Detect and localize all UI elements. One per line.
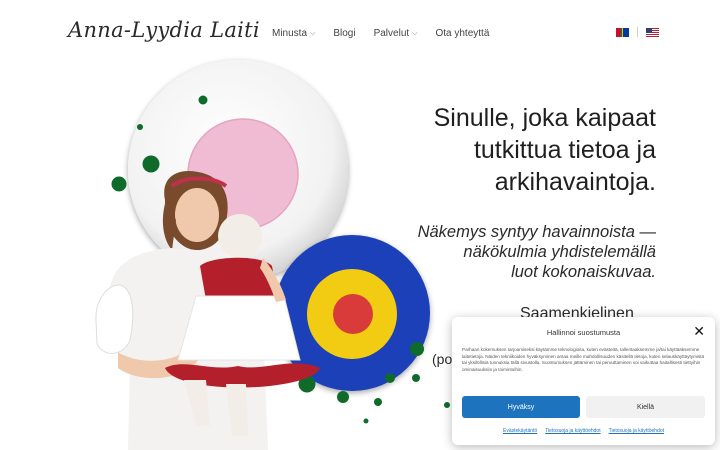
privacy-terms-link-2[interactable]: Tietosuoja ja käyttöehdot — [609, 428, 664, 434]
green-dot — [444, 402, 450, 408]
headline-line: Sinulle, joka kaipaat — [433, 104, 656, 132]
headline-line: tutkittua tietoa ja — [473, 136, 656, 164]
green-dot — [410, 342, 424, 356]
green-dot — [374, 398, 382, 406]
cookie-dialog-title: Hallinnoi suostumusta — [546, 328, 621, 337]
green-dot — [198, 95, 208, 105]
cookie-dialog-body: Parhaan kokemuksen tarjoamiseksi käytämm… — [462, 347, 705, 372]
hero-subheadline: Näkemys syntyy havainnoista — näkökulmia… — [356, 222, 656, 282]
green-dot — [385, 373, 395, 383]
deny-button[interactable]: Kiellä — [586, 396, 705, 418]
subheadline-line: Näkemys syntyy havainnoista — — [417, 223, 656, 241]
green-dot — [412, 374, 420, 382]
cookie-policy-link[interactable]: Evästekäytäntö — [503, 428, 537, 434]
cookie-consent-dialog: Hallinnoi suostumusta ✕ Parhaan kokemuks… — [452, 317, 715, 445]
red-disc — [333, 294, 373, 334]
green-dot — [337, 391, 349, 403]
cookie-links: Evästekäytäntö Tietosuoja ja käyttöehdot… — [452, 428, 715, 434]
close-icon[interactable]: ✕ — [693, 323, 705, 340]
green-dot — [111, 176, 127, 192]
subheadline-line: luot kokonaiskuvaa. — [511, 263, 656, 281]
subheadline-line: näkökulmia yhdistelemällä — [463, 243, 656, 261]
privacy-terms-link[interactable]: Tietosuoja ja käyttöehdot — [545, 428, 600, 434]
green-dot — [137, 124, 143, 130]
green-dot — [363, 418, 369, 424]
headline-line: arkihavaintoja. — [494, 168, 656, 196]
accept-button[interactable]: Hyväksy — [462, 396, 580, 418]
green-dot — [142, 155, 160, 173]
hero-headline: Sinulle, joka kaipaat tutkittua tietoa j… — [356, 102, 656, 198]
hero-section-subtext: (po — [432, 351, 453, 367]
